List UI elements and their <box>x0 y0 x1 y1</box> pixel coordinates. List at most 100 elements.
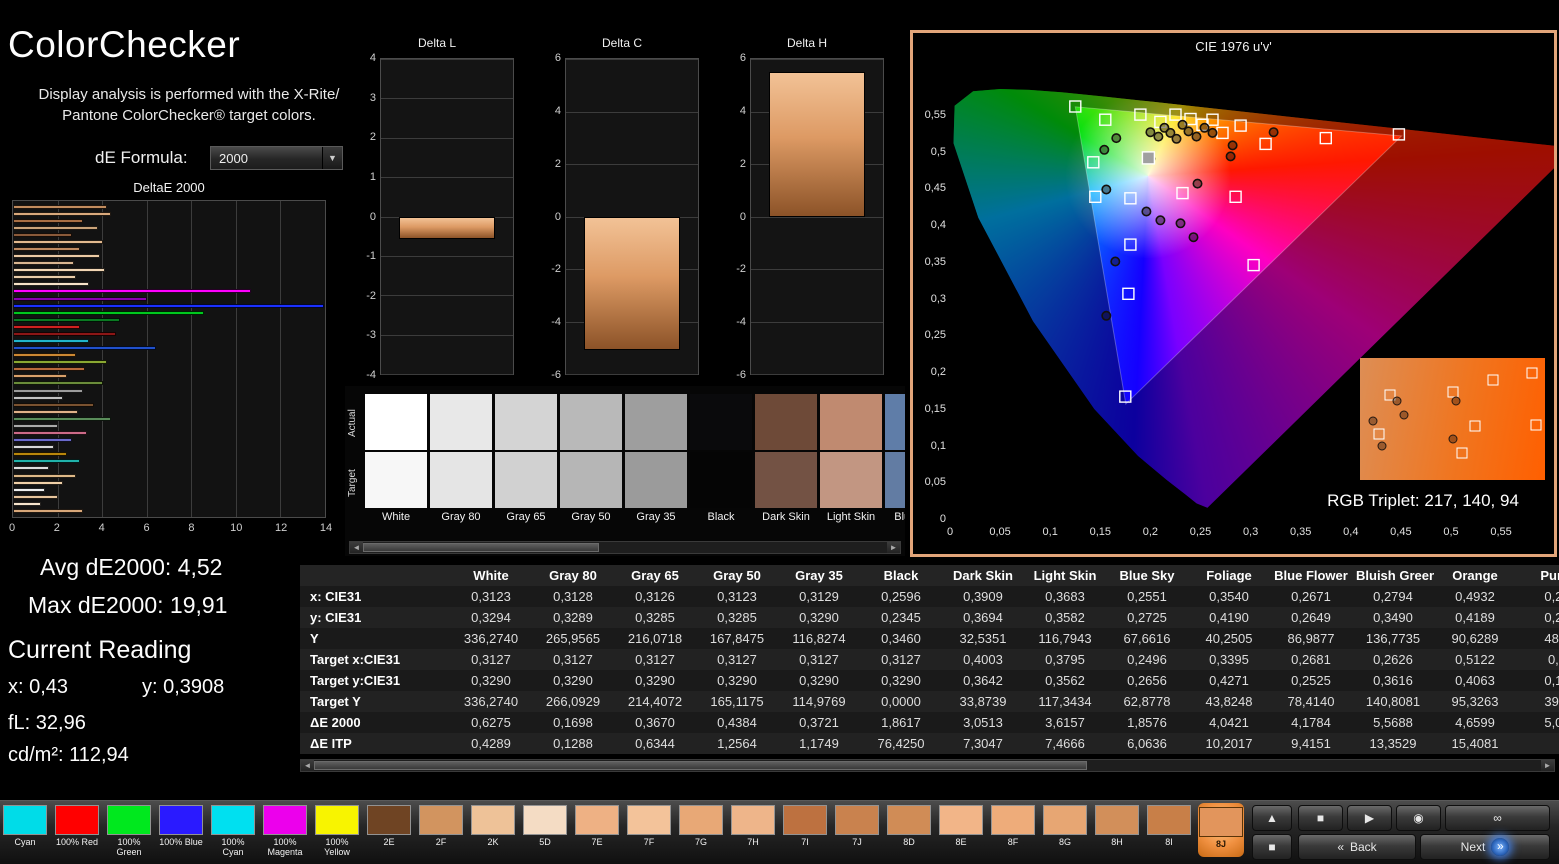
patch-button-2e[interactable]: 2E <box>366 803 412 857</box>
patch-label: 100% Red <box>55 837 99 847</box>
patch-button-8d[interactable]: 8D <box>886 803 932 857</box>
panel-view-button[interactable]: ■ <box>1252 834 1292 860</box>
swatch-label: Black <box>707 511 735 523</box>
cell-value: 116,8274 <box>792 631 846 646</box>
scroll-up-button[interactable]: ▲ <box>1252 805 1292 831</box>
stop-icon: ■ <box>1316 811 1325 825</box>
continuous-measure-button[interactable]: ∞ <box>1445 805 1550 831</box>
scroll-left-icon[interactable]: ◄ <box>301 760 314 771</box>
cell-value: 10,2017 <box>1205 736 1253 751</box>
cell-value: 0,3562 <box>1045 673 1085 688</box>
patch-label: 7J <box>852 837 862 847</box>
patch-label: 8I <box>1165 837 1173 847</box>
patch-button-8e[interactable]: 8E <box>938 803 984 857</box>
patch-button-8i[interactable]: 8I <box>1146 803 1192 857</box>
chart-title: CIE 1976 u'v' <box>1195 39 1272 54</box>
scroll-thumb[interactable] <box>363 543 599 552</box>
patch-button-100yellow[interactable]: 100% Yellow <box>314 803 360 857</box>
patch-button-7h[interactable]: 7H <box>730 803 776 857</box>
measured-marker <box>1111 133 1122 144</box>
target-color <box>365 452 427 508</box>
target-marker <box>1530 419 1542 431</box>
target-marker <box>1373 428 1384 440</box>
deltae-bar <box>14 211 112 216</box>
horizontal-scrollbar[interactable]: ◄ ► <box>349 541 901 554</box>
stop-button[interactable]: ■ <box>1298 805 1343 831</box>
patch-button-100cyan[interactable]: 100% Cyan <box>210 803 256 857</box>
cell-value: 0,3127 <box>635 652 675 667</box>
cell-value: 40,2505 <box>1205 631 1253 646</box>
patch-button-7j[interactable]: 7J <box>834 803 880 857</box>
deltae-bar <box>14 409 79 414</box>
back-button[interactable]: « Back <box>1298 834 1416 860</box>
deltae-plot <box>12 200 326 518</box>
swatch-gray-65: Gray 65 <box>495 394 557 526</box>
scroll-track[interactable] <box>314 760 1541 771</box>
cell-value: 0,6275 <box>471 715 511 730</box>
row-label: y: CIE31 <box>310 610 362 625</box>
cell-value: 0,2345 <box>881 610 921 625</box>
patch-button-8f[interactable]: 8F <box>990 803 1036 857</box>
deltae-bar <box>14 381 103 386</box>
back-arrow-icon: « <box>1337 840 1344 854</box>
axis-tick-label: 12 <box>275 522 288 534</box>
y-axis-labels: 6 4 2 0 -2 -4 -6 <box>722 52 748 381</box>
patch-button-7i[interactable]: 7I <box>782 803 828 857</box>
patch-button-2f[interactable]: 2F <box>418 803 464 857</box>
patch-color <box>471 805 515 835</box>
patch-button-100red[interactable]: 100% Red <box>54 803 100 857</box>
table-corner <box>300 565 450 586</box>
patch-label: 2K <box>487 837 499 847</box>
patch-button-cyan[interactable]: Cyan <box>2 803 48 857</box>
cell-value: 0,2649 <box>1291 610 1331 625</box>
cell-value: 0,3721 <box>799 715 839 730</box>
scroll-right-icon[interactable]: ► <box>1541 760 1554 771</box>
scroll-thumb[interactable] <box>314 761 1087 770</box>
target-color <box>820 452 882 508</box>
patch-button-8h[interactable]: 8H <box>1094 803 1140 857</box>
deltae-bar <box>14 317 121 322</box>
cell-value: 0,3285 <box>717 610 757 625</box>
patch-button-5d[interactable]: 5D <box>522 803 568 857</box>
patch-button-7e[interactable]: 7E <box>574 803 620 857</box>
next-button[interactable]: Next » <box>1420 834 1550 860</box>
patch-button-8j[interactable]: 8J <box>1198 803 1244 858</box>
horizontal-scrollbar[interactable]: ◄ ► <box>300 759 1555 772</box>
patch-button-2k[interactable]: 2K <box>470 803 516 857</box>
scroll-right-icon[interactable]: ► <box>887 542 900 553</box>
axis-tick-label: 2 <box>369 131 376 144</box>
gridline <box>566 164 698 165</box>
patch-button-100magenta[interactable]: 100% Magenta <box>262 803 308 857</box>
patch-color <box>1043 805 1087 835</box>
row-label: Target x:CIE31 <box>310 652 401 667</box>
patch-label: 7F <box>643 837 655 847</box>
rgb-triplet-readout: RGB Triplet: 217, 140, 94 <box>1327 491 1519 510</box>
patch-button-100blue[interactable]: 100% Blue <box>158 803 204 857</box>
cell-value: 0,3909 <box>963 589 1003 604</box>
patch-button-7f[interactable]: 7F <box>626 803 672 857</box>
deltae-bar <box>14 445 54 450</box>
play-button[interactable]: ▶ <box>1347 805 1392 831</box>
cell-value: 1,8576 <box>1127 715 1167 730</box>
cell-value: 0,2626 <box>1373 652 1413 667</box>
cell-value: 39,5 <box>1544 694 1559 709</box>
measured-marker <box>1191 131 1202 142</box>
patch-button-100green[interactable]: 100% Green <box>106 803 152 857</box>
patch-button-8g[interactable]: 8G <box>1042 803 1088 857</box>
deltae-bar <box>14 494 59 499</box>
cell-value: 7,4666 <box>1045 736 1085 751</box>
cell-value: 0,3128 <box>553 589 593 604</box>
patch-label: 8D <box>903 837 915 847</box>
actual-color <box>560 394 622 450</box>
measure-button[interactable]: ◉ <box>1396 805 1441 831</box>
patch-color <box>263 805 307 835</box>
scroll-track[interactable] <box>363 542 887 553</box>
de-formula-select[interactable]: 2000 ▼ <box>210 146 343 170</box>
axis-tick-label: -4 <box>551 316 561 329</box>
patch-label: 8H <box>1111 837 1123 847</box>
next-label: Next <box>1460 840 1486 854</box>
measured-marker <box>1175 218 1186 229</box>
patch-label: 100% Magenta <box>267 837 303 858</box>
patch-button-7g[interactable]: 7G <box>678 803 724 857</box>
scroll-left-icon[interactable]: ◄ <box>350 542 363 553</box>
